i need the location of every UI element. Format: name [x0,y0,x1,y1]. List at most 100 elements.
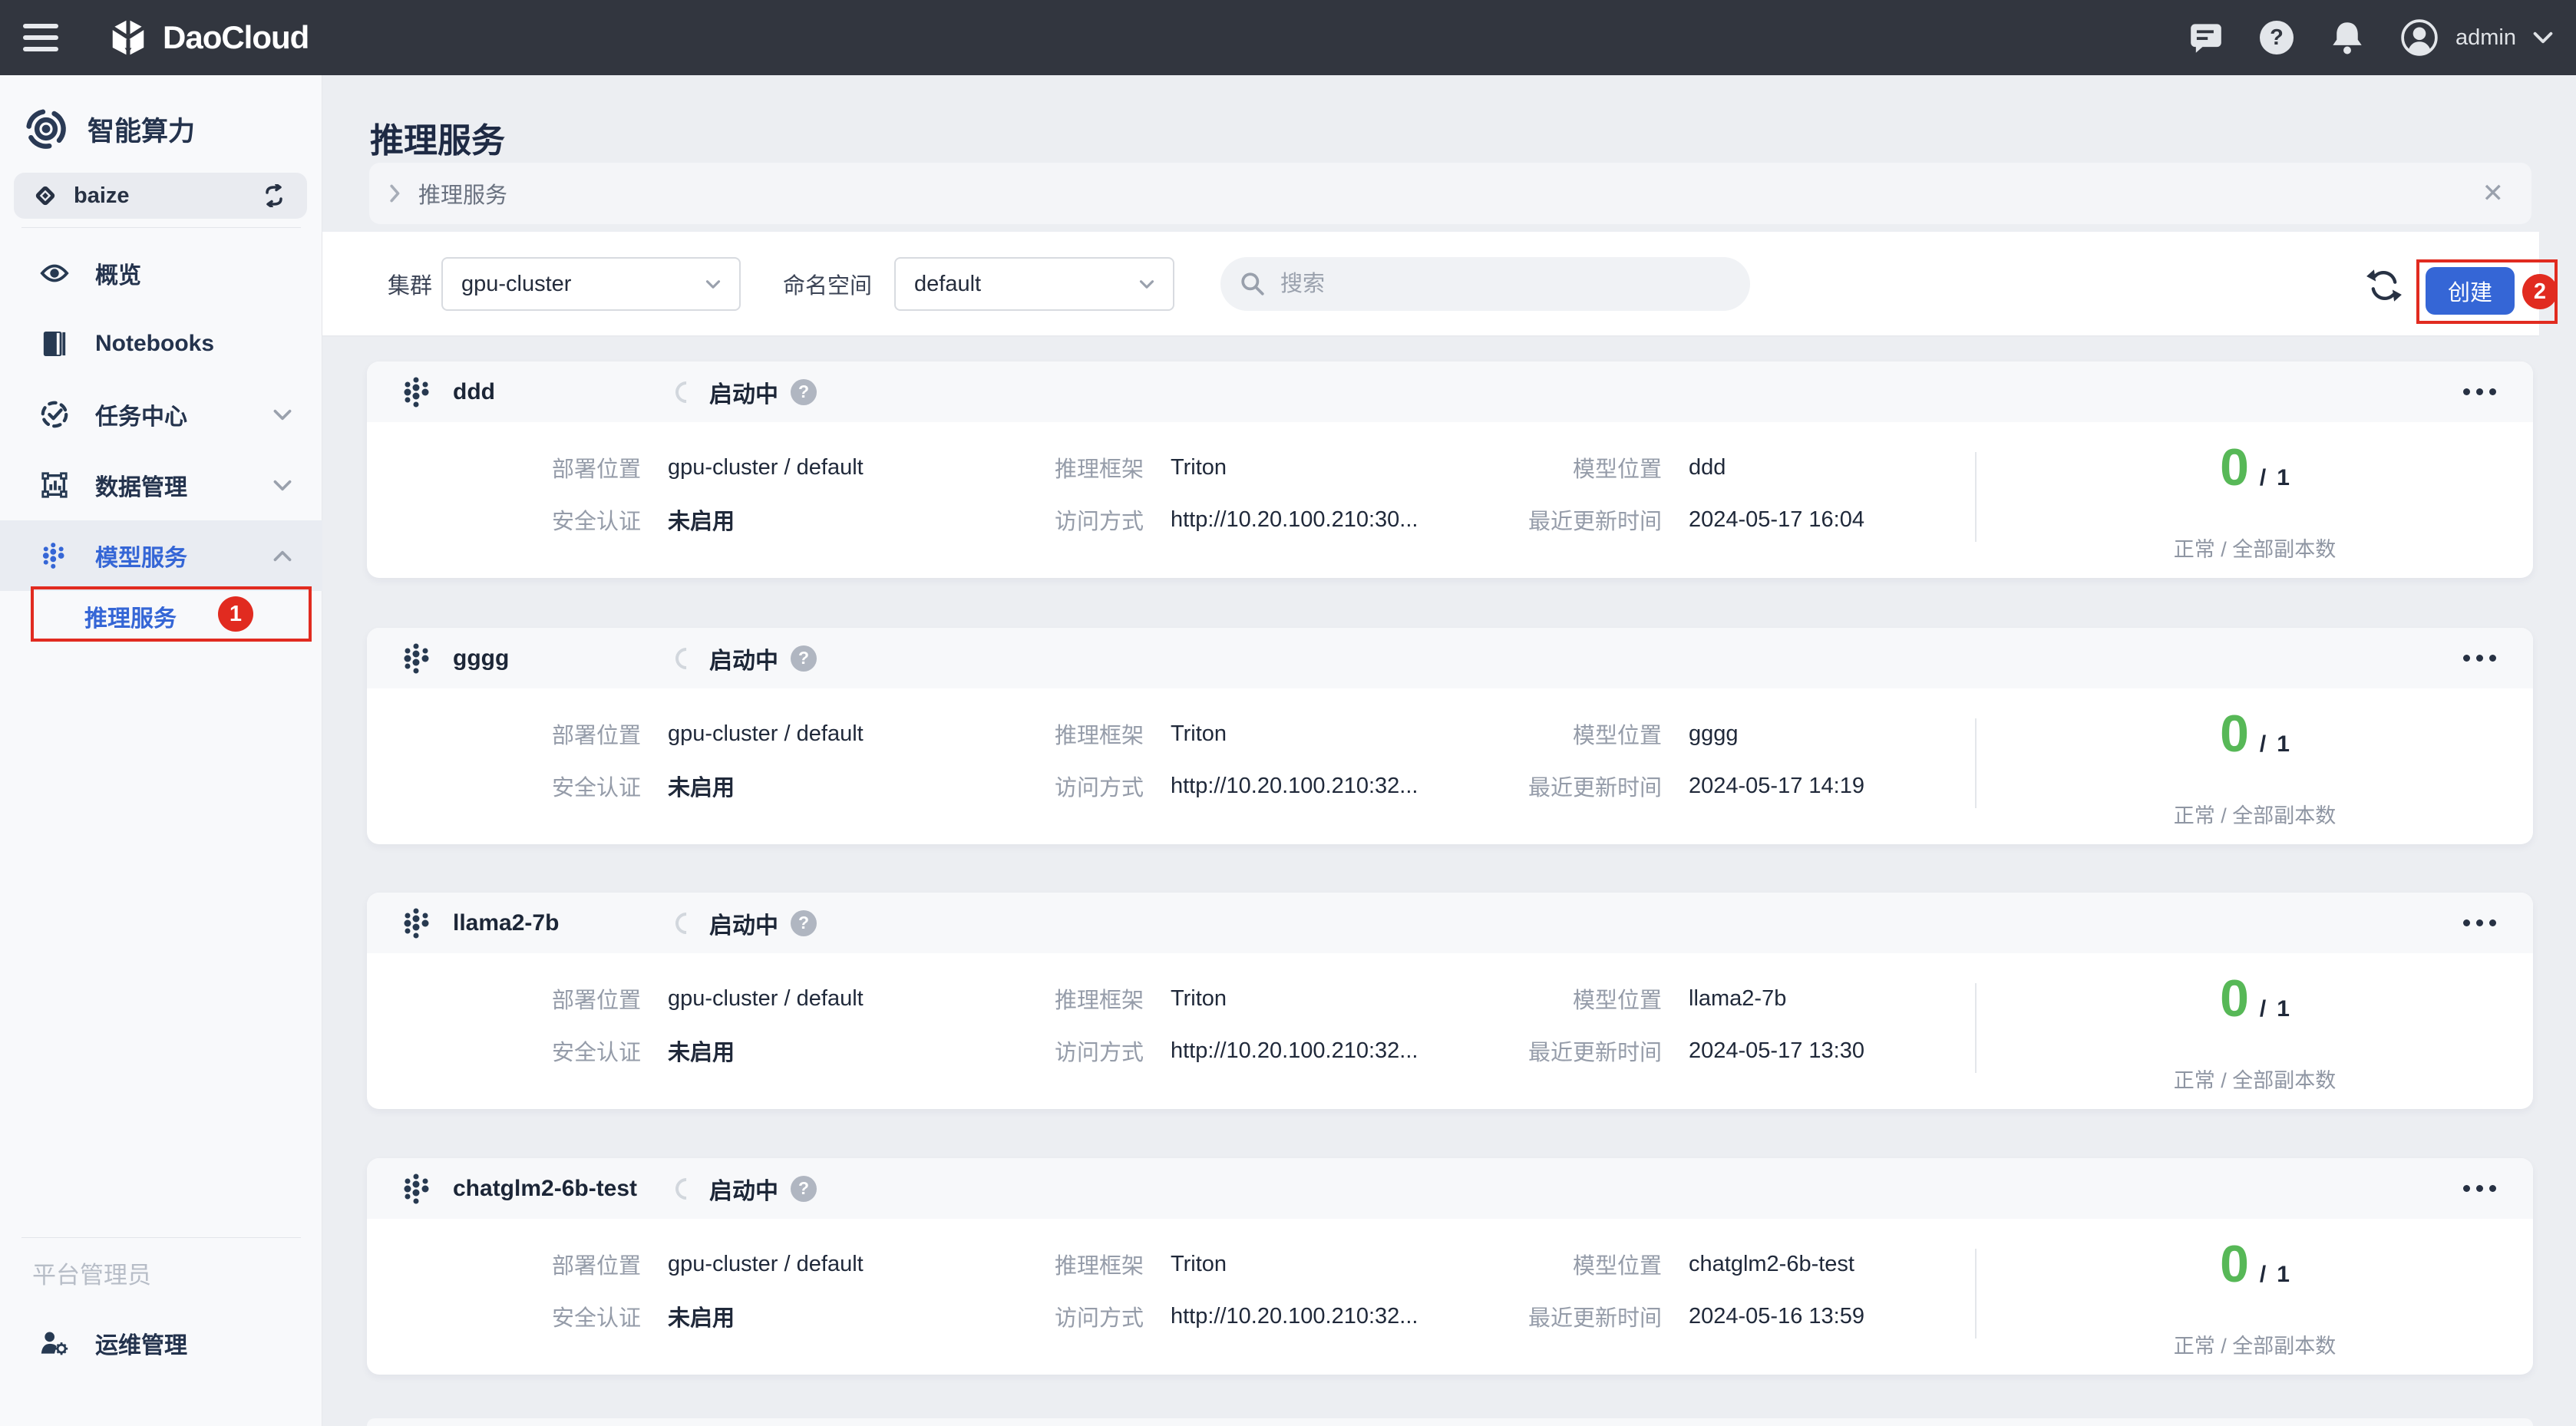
updated-value: 2024-05-17 14:19 [1662,774,1975,799]
chevron-down-icon [273,409,292,421]
auth-value: 未启用 [641,1300,975,1332]
chevron-down-icon [2533,31,2553,44]
sidebar-item-task-center[interactable]: 任务中心 [0,379,322,450]
sidebar-item-label: 任务中心 [95,398,187,431]
chevron-down-icon [705,279,721,289]
framework-label: 推理框架 [975,718,1144,750]
model-location-label: 模型位置 [1462,1248,1662,1280]
access-value[interactable]: http://10.20.100.210:32... [1144,1304,1462,1329]
replicas-ready: 0 [2220,708,2249,760]
service-card: chatglm2-6b-test 启动中 ? 部署位置 gpu-cluster … [367,1158,2533,1375]
status-help-icon[interactable]: ? [791,379,817,405]
service-name: chatglm2-6b-test [453,1176,675,1202]
namespace-select[interactable]: default [894,257,1174,311]
model-location-label: 模型位置 [1462,982,1662,1015]
service-status: 启动中 ? [675,642,817,675]
replica-summary: 0 / 1 正常 / 全部副本数 [1977,1158,2533,1375]
framework-label: 推理框架 [975,1248,1144,1280]
data-chart-icon [40,470,69,500]
user-menu[interactable]: admin [2400,18,2553,57]
auth-label: 安全认证 [367,1035,641,1067]
annotation-badge-2: 2 [2522,274,2558,309]
breadcrumb-chevron-icon[interactable] [389,184,401,203]
sidebar-item-data-management[interactable]: 数据管理 [0,450,322,520]
search-input[interactable] [1279,271,1709,298]
admin-gear-icon [40,1329,69,1358]
sidebar-item-label: 运维管理 [95,1326,187,1360]
username: admin [2455,25,2516,51]
access-label: 访问方式 [975,770,1144,802]
chevron-up-icon [273,550,292,562]
status-text: 启动中 [709,906,778,940]
sidebar-item-ops-management[interactable]: 运维管理 [0,1308,322,1378]
status-help-icon[interactable]: ? [791,910,817,936]
refresh-icon[interactable] [2366,267,2403,304]
access-value[interactable]: http://10.20.100.210:32... [1144,774,1462,799]
updated-label: 最近更新时间 [1462,770,1662,802]
help-icon[interactable]: ? [2259,20,2294,55]
sidebar-item-label: 数据管理 [95,468,187,502]
cluster-select[interactable]: gpu-cluster [441,257,741,311]
spinner-icon [671,377,702,408]
sidebar: 智能算力 baize 概览 Notebooks [0,75,322,1426]
notifications-bell-icon[interactable] [2330,20,2365,55]
service-details: 部署位置 gpu-cluster / default 推理框架 Triton 模… [367,441,1975,546]
service-card: ddd 启动中 ? 部署位置 gpu-cluster / default 推理框… [367,361,2533,578]
eye-icon [40,259,69,288]
service-status: 启动中 ? [675,1172,817,1206]
workspace-name: baize [74,183,130,209]
workspace-icon [34,184,57,207]
deploy-value: gpu-cluster / default [641,455,975,480]
framework-value: Triton [1144,455,1462,480]
messages-icon[interactable] [2188,20,2224,55]
sidebar-item-overview[interactable]: 概览 [0,238,322,309]
status-text: 启动中 [709,375,778,409]
workspace-selector[interactable]: baize [14,173,307,219]
replica-sep: / [2260,465,2266,491]
brand-name: DaoCloud [163,19,309,56]
service-icon [401,906,434,940]
replica-caption: 正常 / 全部副本数 [1977,1064,2533,1094]
brand-logo[interactable]: DaoCloud [107,0,309,75]
create-button[interactable]: 创建 [2426,267,2515,315]
access-value[interactable]: http://10.20.100.210:30... [1144,507,1462,533]
auth-label: 安全认证 [367,770,641,802]
divider [21,1237,301,1238]
access-label: 访问方式 [975,503,1144,536]
question-glyph: ? [2260,21,2294,54]
hamburger-menu-icon[interactable] [23,24,58,51]
service-details: 部署位置 gpu-cluster / default 推理框架 Triton 模… [367,972,1975,1077]
model-location-value: chatglm2-6b-test [1662,1252,1975,1277]
framework-value: Triton [1144,721,1462,747]
replica-summary: 0 / 1 正常 / 全部副本数 [1977,628,2533,844]
close-icon[interactable]: ✕ [2482,180,2505,206]
task-check-icon [40,400,69,429]
access-label: 访问方式 [975,1300,1144,1332]
access-value[interactable]: http://10.20.100.210:32... [1144,1038,1462,1064]
search-box [1220,257,1750,311]
product-header: 智能算力 [25,107,195,150]
deploy-value: gpu-cluster / default [641,721,975,747]
service-card: llama2-7b 启动中 ? 部署位置 gpu-cluster / defau… [367,893,2533,1109]
deploy-value: gpu-cluster / default [641,986,975,1012]
access-label: 访问方式 [975,1035,1144,1067]
switch-workspace-icon[interactable] [261,184,287,207]
deploy-label: 部署位置 [367,1248,641,1280]
replica-sep: / [2260,996,2266,1022]
sidebar-item-notebooks[interactable]: Notebooks [0,309,322,379]
status-text: 启动中 [709,642,778,675]
daocloud-cube-icon [107,17,149,58]
breadcrumb: 推理服务 ✕ [369,163,2531,224]
book-icon [40,329,69,358]
model-location-value: ddd [1662,455,1975,480]
service-card: gggg 启动中 ? 部署位置 gpu-cluster / default 推理… [367,628,2533,844]
framework-value: Triton [1144,1252,1462,1277]
service-details: 部署位置 gpu-cluster / default 推理框架 Triton 模… [367,708,1975,812]
status-help-icon[interactable]: ? [791,1176,817,1202]
status-help-icon[interactable]: ? [791,645,817,672]
replicas-total: 1 [2277,996,2290,1022]
replicas-total: 1 [2277,731,2290,758]
service-status: 启动中 ? [675,906,817,940]
sidebar-subitem-inference-services[interactable]: 推理服务 [0,578,322,655]
updated-value: 2024-05-17 13:30 [1662,1038,1975,1064]
